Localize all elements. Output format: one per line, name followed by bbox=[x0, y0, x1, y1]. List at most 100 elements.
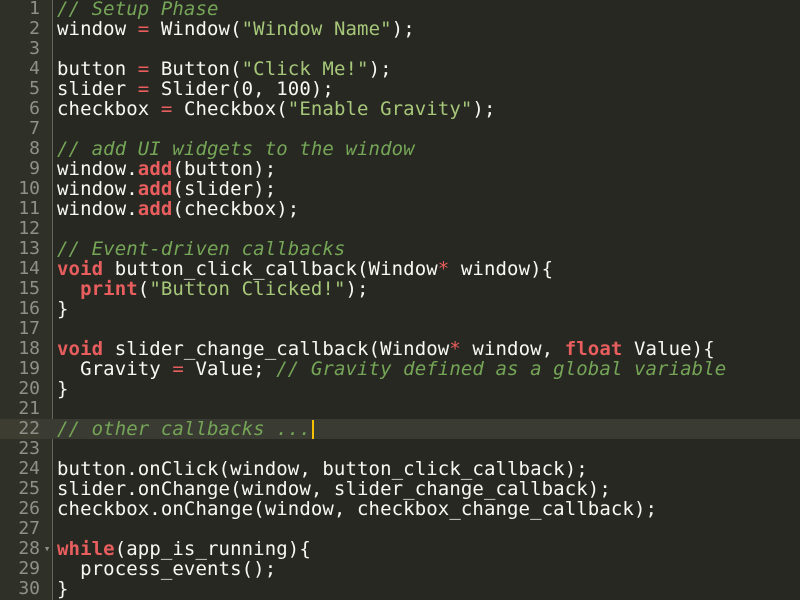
code-line[interactable]: 9 window.add(button); bbox=[0, 159, 800, 180]
code-line[interactable]: 15 print("Button Clicked!"); bbox=[0, 278, 800, 300]
code-line[interactable]: 5 slider = Slider(0, 100); bbox=[0, 78, 800, 100]
code-line[interactable]: 24 button.onClick(window, button_click_ca… bbox=[0, 458, 800, 480]
code-line[interactable]: 1 // Setup Phase bbox=[0, 0, 800, 19]
keyword-token: add bbox=[137, 158, 173, 180]
code-token: window. bbox=[57, 178, 138, 200]
line-number: 29 bbox=[18, 558, 40, 579]
code-line[interactable]: 30} bbox=[0, 578, 800, 600]
line-code: // Setup Phase bbox=[57, 0, 219, 19]
line-code: checkbox = Checkbox("Enable Gravity"); bbox=[57, 99, 496, 119]
code-token: Checkbox( bbox=[172, 98, 288, 120]
code-line[interactable]: 20} bbox=[0, 378, 800, 400]
code-token: (checkbox); bbox=[172, 198, 300, 220]
line-number: 16 bbox=[18, 298, 40, 319]
code-line[interactable]: 23 bbox=[0, 439, 800, 459]
operator-token: * bbox=[437, 258, 450, 280]
code-token: Slider(0, 100); bbox=[149, 78, 334, 100]
operator-token: = bbox=[137, 58, 150, 80]
line-code: checkbox.onChange(window, checkbox_chang… bbox=[57, 499, 657, 519]
line-number: 24 bbox=[18, 458, 40, 479]
code-token: Value; bbox=[183, 358, 277, 380]
line-number: 17 bbox=[18, 318, 40, 339]
operator-token: * bbox=[449, 338, 461, 360]
code-line[interactable]: 17 bbox=[0, 319, 800, 339]
code-line[interactable]: 13 // Event-driven callbacks bbox=[0, 239, 800, 260]
line-code: print("Button Clicked!"); bbox=[57, 279, 369, 299]
code-token: checkbox bbox=[57, 98, 161, 120]
code-line[interactable]: 25 slider.onChange(window, slider_change_… bbox=[0, 478, 800, 500]
code-token: slider_change_callback(Window bbox=[103, 338, 450, 360]
code-token: } bbox=[57, 298, 69, 320]
comment-token: // Event-driven callbacks bbox=[57, 238, 346, 260]
operator-token: = bbox=[160, 98, 173, 120]
line-number: 25 bbox=[18, 478, 40, 499]
code-token: Window( bbox=[149, 18, 242, 40]
line-code: process_events(); bbox=[57, 559, 276, 579]
code-line[interactable]: 26 checkbox.onChange(window, checkbox_cha… bbox=[0, 498, 800, 520]
code-line[interactable]: 29 process_events(); bbox=[0, 558, 800, 580]
line-code: window.add(checkbox); bbox=[57, 199, 299, 219]
code-line[interactable]: 4 button = Button("Click Me!"); bbox=[0, 59, 800, 80]
code-line[interactable]: 2 window = Window("Window Name"); bbox=[0, 19, 800, 40]
code-token: } bbox=[57, 378, 69, 400]
code-token: window){ bbox=[449, 258, 554, 280]
text-cursor bbox=[311, 420, 314, 439]
line-code: void slider_change_callback(Window* wind… bbox=[57, 339, 715, 359]
code-editor[interactable]: 1 // Setup Phase 2 window = Window("Window … bbox=[0, 0, 800, 600]
code-line[interactable]: 21 bbox=[0, 399, 800, 419]
code-token: window. bbox=[57, 158, 138, 180]
code-token: ); bbox=[368, 58, 392, 80]
line-code: // Event-driven callbacks bbox=[57, 239, 345, 259]
line-number: 30 bbox=[18, 578, 40, 599]
code-line[interactable]: 22 // other callbacks ... bbox=[0, 419, 800, 439]
line-number: 19 bbox=[18, 358, 40, 379]
line-code: // add UI widgets to the window bbox=[57, 139, 415, 159]
line-number: 10 bbox=[18, 178, 40, 199]
code-token: window, bbox=[460, 338, 565, 360]
code-token: process_events(); bbox=[57, 558, 277, 580]
line-number: 8 bbox=[29, 138, 40, 159]
line-number: 5 bbox=[29, 78, 40, 99]
code-token: button.onClick(window, button_click_call… bbox=[57, 458, 588, 480]
line-code: window.add(button); bbox=[57, 159, 276, 179]
operator-token: = bbox=[137, 78, 150, 100]
line-number: 6 bbox=[29, 98, 40, 119]
keyword-token: void bbox=[57, 258, 104, 280]
line-code: Gravity = Value; // Gravity defined as a… bbox=[57, 359, 726, 379]
code-line[interactable]: 19 Gravity = Value; // Gravity defined a… bbox=[0, 358, 800, 380]
line-code: window.add(slider); bbox=[57, 179, 276, 199]
code-line[interactable]: 11 window.add(checkbox); bbox=[0, 198, 800, 220]
line-number: 18 bbox=[18, 338, 40, 359]
code-line[interactable]: 14 void button_click_callback(Window* win… bbox=[0, 258, 800, 280]
code-line[interactable]: 8 // add UI widgets to the window bbox=[0, 138, 800, 160]
code-line[interactable]: 12 bbox=[0, 219, 800, 239]
line-code: window = Window("Window Name"); bbox=[57, 19, 415, 39]
code-line[interactable]: 7 bbox=[0, 119, 800, 139]
line-number: 26 bbox=[18, 498, 40, 519]
code-line[interactable]: 3 bbox=[0, 39, 800, 59]
code-line[interactable]: 27 bbox=[0, 519, 800, 539]
string-token: "Window Name" bbox=[241, 18, 392, 40]
line-code: } bbox=[57, 579, 69, 599]
code-token: } bbox=[57, 578, 69, 600]
string-token: "Button Clicked!" bbox=[149, 278, 346, 300]
code-token: checkbox.onChange(window, checkbox_chang… bbox=[57, 498, 658, 520]
code-token: slider bbox=[57, 78, 138, 100]
line-code: button = Button("Click Me!"); bbox=[57, 59, 392, 79]
line-number: 11 bbox=[18, 198, 40, 219]
code-line[interactable]: 18 void slider_change_callback(Window* wi… bbox=[0, 338, 800, 360]
code-token: ); bbox=[391, 18, 415, 40]
comment-token: // Setup Phase bbox=[57, 0, 219, 20]
code-line[interactable]: 6 checkbox = Checkbox("Enable Gravity"); bbox=[0, 98, 800, 120]
line-number: 15 bbox=[18, 278, 40, 299]
line-code: } bbox=[57, 299, 69, 319]
keyword-token: float bbox=[564, 338, 623, 360]
code-line[interactable]: 16} bbox=[0, 298, 800, 320]
code-line[interactable]: 28 ▾ while(app_is_running){ bbox=[0, 538, 800, 560]
fold-arrow-icon[interactable]: ▾ bbox=[42, 539, 52, 559]
keyword-token: while bbox=[57, 538, 115, 560]
line-number: 22 bbox=[0, 419, 40, 439]
code-token: ); bbox=[472, 98, 496, 120]
keyword-token: print bbox=[80, 278, 138, 300]
code-line[interactable]: 10 window.add(slider); bbox=[0, 178, 800, 200]
